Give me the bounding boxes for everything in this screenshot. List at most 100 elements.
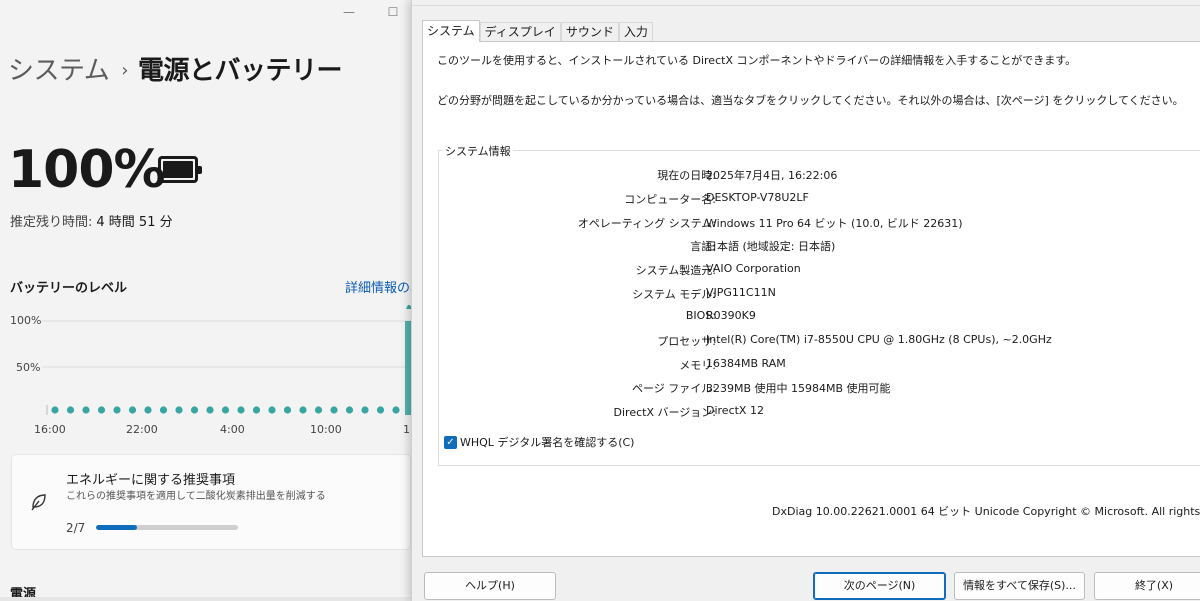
- remaining-label: 推定残り時間:: [10, 215, 93, 230]
- settings-bottom-edge: [0, 597, 412, 601]
- chart-dot: [314, 406, 323, 414]
- info-row-manufacturer: システム製造元: VAIO Corporation: [439, 262, 1139, 278]
- tab-display[interactable]: ディスプレイ: [479, 22, 561, 42]
- estimated-time-remaining: 推定残り時間: 4 時間 51 分: [10, 211, 173, 230]
- chart-dot: [190, 406, 199, 414]
- info-row-processor: プロセッサ: Intel(R) Core(TM) i7-8550U CPU @ 1…: [439, 333, 1139, 349]
- chart-dot: [97, 406, 106, 414]
- maximize-button[interactable]: ☐: [385, 4, 401, 20]
- chart-dot: [144, 406, 152, 414]
- desktop: — ☐ システム › 電源とバッテリー 100% 推定残り時間: 4 時間 51 分 …: [0, 0, 1200, 601]
- info-value: DirectX 12: [706, 404, 764, 417]
- info-value: 3239MB 使用中 15984MB 使用可能: [706, 382, 891, 395]
- help-button[interactable]: ヘルプ(H): [424, 572, 556, 600]
- leaf-icon: [31, 494, 46, 511]
- chart-dot: [237, 406, 245, 414]
- chart-dot: [51, 406, 59, 414]
- info-row-bios: BIOS: R0390K9: [439, 309, 1139, 325]
- chart-dot: [345, 406, 354, 414]
- info-row-datetime: 現在の日時: 2025年7月4日, 16:22:06: [439, 167, 1139, 183]
- info-value: 2025年7月4日, 16:22:06: [706, 169, 838, 182]
- battery-icon: [158, 156, 202, 183]
- x-tick-4: 4:00: [220, 423, 245, 436]
- chevron-right-icon: ›: [121, 60, 128, 81]
- info-row-computer-name: コンピューター名: DESKTOP-V78U2LF: [439, 191, 1139, 207]
- chart-dot: [82, 406, 90, 414]
- save-all-info-button[interactable]: 情報をすべて保存(S)...: [954, 572, 1085, 600]
- chart-dot: [252, 406, 261, 414]
- info-row-page-file: ページ ファイル: 3239MB 使用中 15984MB 使用可能: [439, 380, 1139, 396]
- page-title: 電源とバッテリー: [137, 56, 343, 86]
- dxdiag-title-edge: [412, 0, 1200, 6]
- x-tick-22: 22:00: [126, 423, 158, 436]
- info-row-memory: メモリ: 16384MB RAM: [439, 357, 1139, 373]
- info-value: R0390K9: [706, 309, 756, 322]
- energy-progress-fill: [96, 525, 137, 530]
- info-label: DirectX バージョン:: [613, 406, 716, 419]
- battery-percentage: 100%: [8, 140, 166, 200]
- tab-bar: システム ディスプレイ サウンド 入力: [422, 20, 653, 42]
- info-value: DESKTOP-V78U2LF: [706, 191, 809, 204]
- chart-dot: [376, 406, 385, 414]
- info-value: VAIO Corporation: [706, 262, 801, 275]
- x-tick-16: 16:00: [34, 423, 66, 436]
- y-tick-50: 50%: [16, 361, 40, 374]
- chart-dot: [283, 406, 292, 414]
- info-row-directx-version: DirectX バージョン: DirectX 12: [439, 404, 1139, 420]
- next-page-button[interactable]: 次のページ(N): [813, 572, 946, 600]
- chart-dot: [221, 406, 230, 414]
- intro-text-2: どの分野が問題を起こしているか分かっている場合は、適当なタブをクリックしてくださ…: [437, 94, 1184, 107]
- system-info-group: システム情報 現在の日時: 2025年7月4日, 16:22:06 コンピューター…: [438, 143, 1200, 466]
- minimize-button[interactable]: —: [341, 4, 357, 20]
- energy-card-subtitle: これらの推奨事項を適用して二酸化炭素排出量を削減する: [66, 491, 326, 502]
- info-value: Windows 11 Pro 64 ビット (10.0, ビルド 22631): [706, 217, 963, 230]
- chart-dots-group: [51, 406, 400, 414]
- y-tick-100: 100%: [10, 314, 41, 327]
- info-row-model: システム モデル: VJPG11C11N: [439, 286, 1139, 302]
- system-tab-panel: このツールを使用すると、インストールされている DirectX コンポーネントや…: [422, 41, 1200, 557]
- chart-dot: [206, 406, 214, 414]
- info-label: システム製造元:: [635, 264, 716, 277]
- dxdiag-window: システム ディスプレイ サウンド 入力 このツールを使用すると、インストールされ…: [411, 0, 1200, 601]
- chart-dot: [299, 406, 307, 414]
- energy-progress-bar: [96, 525, 238, 530]
- chart-dot: [159, 406, 168, 414]
- chart-dot: [268, 406, 276, 414]
- info-row-os: オペレーティング システム: Windows 11 Pro 64 ビット (10.…: [439, 215, 1139, 231]
- details-link[interactable]: 詳細情報の表: [345, 277, 412, 296]
- info-label: システム モデル:: [632, 288, 716, 301]
- dxdiag-version-footer: DxDiag 10.00.22621.0001 64 ビット Unicode C…: [772, 505, 1200, 518]
- breadcrumb: システム › 電源とバッテリー: [8, 50, 342, 87]
- info-value: Intel(R) Core(TM) i7-8550U CPU @ 1.80GHz…: [706, 333, 1052, 346]
- x-tick-10: 10:00: [310, 423, 342, 436]
- chart-dot: [66, 406, 75, 414]
- tab-system[interactable]: システム: [422, 20, 480, 42]
- chart-dot: [330, 406, 338, 414]
- info-label: オペレーティング システム:: [577, 217, 716, 230]
- whql-checkbox[interactable]: ✓ WHQL デジタル署名を確認する(C): [444, 434, 634, 450]
- exit-button[interactable]: 終了(X): [1094, 572, 1200, 600]
- checkmark-icon: ✓: [444, 435, 457, 449]
- settings-window: — ☐ システム › 電源とバッテリー 100% 推定残り時間: 4 時間 51 分 …: [0, 0, 412, 601]
- energy-recommendations-card[interactable]: エネルギーに関する推奨事項 これらの推奨事項を適用して二酸化炭素排出量を削減する…: [11, 454, 411, 550]
- chart-dot: [113, 406, 121, 414]
- chart-dot: [361, 406, 369, 414]
- battery-level-chart: 100% 50% 16:00 22:00 4:00 10:00 1: [10, 305, 412, 436]
- x-tick-next: 1: [403, 423, 410, 436]
- info-value: VJPG11C11N: [706, 286, 776, 299]
- intro-text-1: このツールを使用すると、インストールされている DirectX コンポーネントや…: [437, 54, 1077, 67]
- info-label: ページ ファイル:: [632, 382, 716, 395]
- energy-progress-text: 2/7: [66, 521, 86, 535]
- breadcrumb-parent-link[interactable]: システム: [8, 56, 110, 86]
- battery-tip: [198, 166, 202, 174]
- chart-dot: [128, 406, 137, 414]
- chart-dot: [392, 406, 400, 414]
- tab-sound[interactable]: サウンド: [560, 22, 619, 42]
- system-info-title: システム情報: [443, 143, 513, 159]
- whql-label: WHQL デジタル署名を確認する(C): [460, 436, 635, 449]
- energy-card-title: エネルギーに関する推奨事項: [66, 473, 236, 488]
- info-value: 16384MB RAM: [706, 357, 786, 370]
- info-row-language: 言語: 日本語 (地域設定: 日本語): [439, 238, 1139, 254]
- tab-input[interactable]: 入力: [618, 22, 653, 42]
- battery-level-title: バッテリーのレベル: [10, 281, 128, 296]
